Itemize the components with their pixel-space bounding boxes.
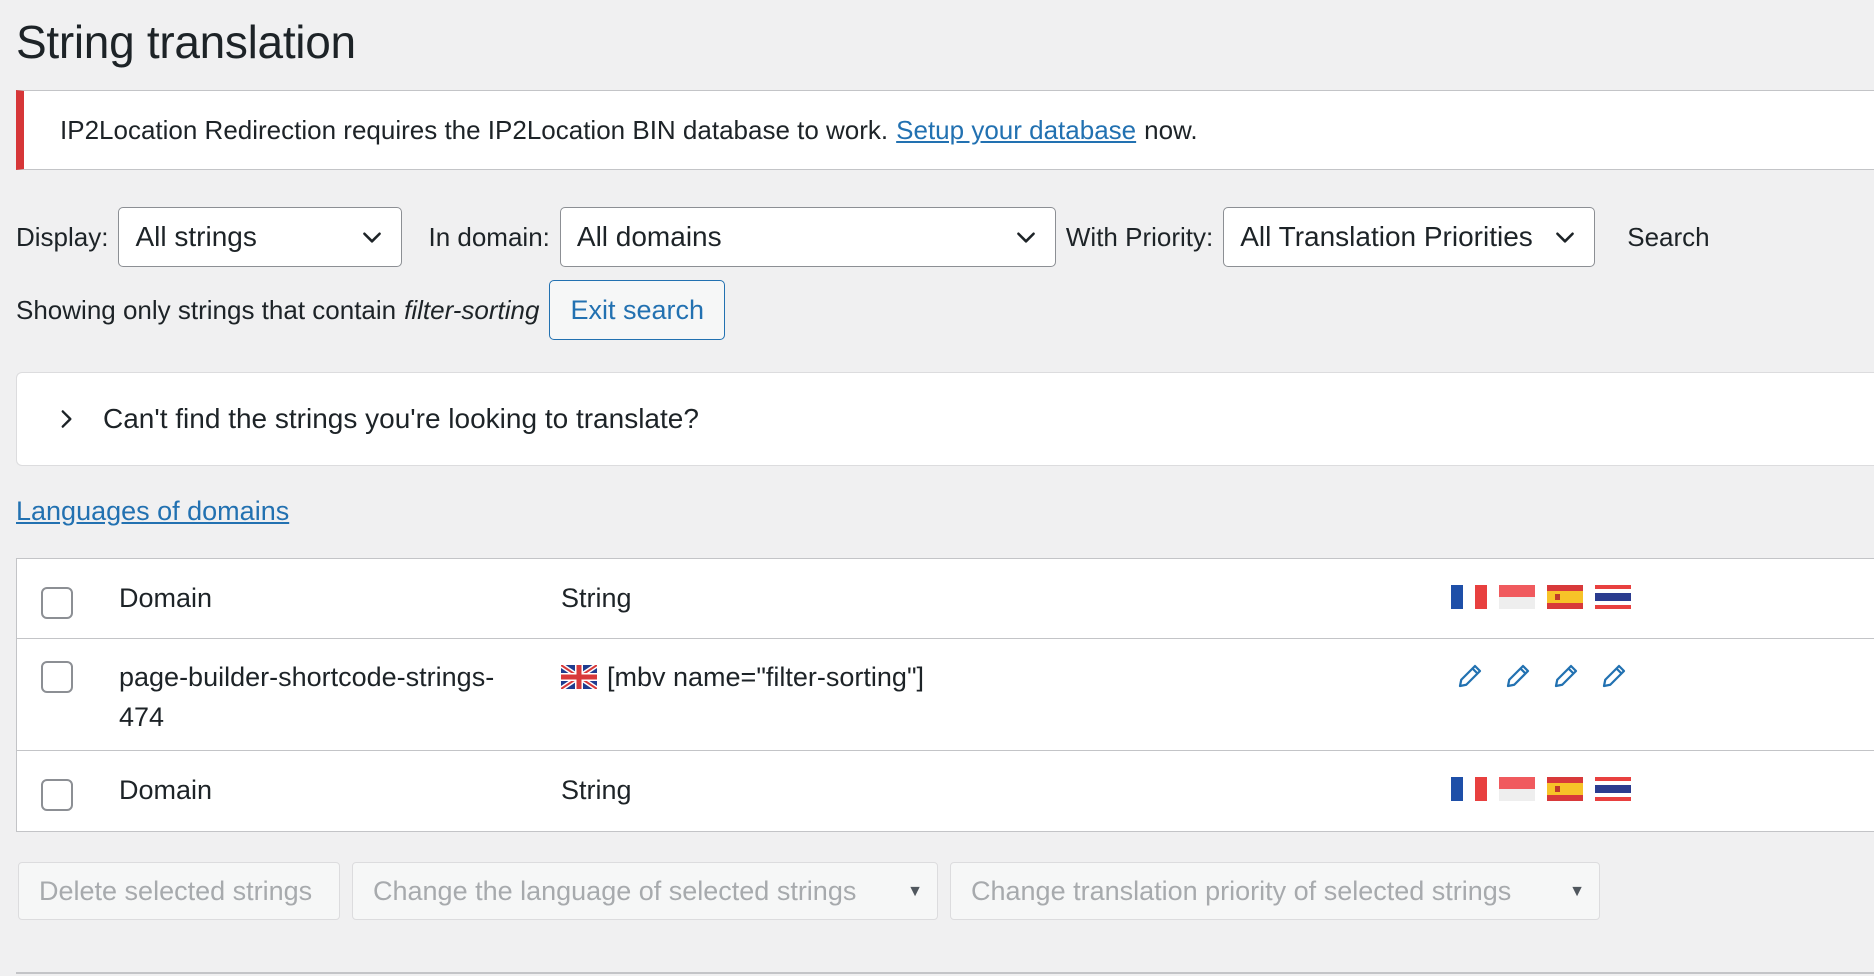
column-header-domain: Domain (119, 583, 213, 613)
domain-select-value: All domains (576, 221, 722, 252)
table-footer: Domain String (17, 751, 1874, 831)
change-priority-select[interactable]: Change translation priority of selected … (950, 862, 1600, 920)
thai-flag-icon (1595, 777, 1631, 801)
exit-search-button[interactable]: Exit search (549, 280, 726, 340)
language-flags-footer (1451, 777, 1631, 801)
row-string: [mbv name="filter-sorting"] (607, 662, 925, 692)
display-label: Display: (16, 221, 109, 252)
search-label: Search (1627, 221, 1710, 252)
page-title: String translation (16, 16, 356, 68)
chevron-down-icon (359, 224, 385, 250)
string-translation-page: String translation IP2Location Redirecti… (0, 0, 1874, 976)
caret-down-icon: ▼ (907, 883, 923, 900)
thai-flag-icon (1595, 585, 1631, 609)
help-box-text: Can't find the strings you're looking to… (103, 403, 699, 434)
change-priority-label: Change translation priority of selected … (971, 875, 1512, 906)
caret-down-icon: ▼ (1569, 883, 1585, 900)
notice-text: IP2Location Redirection requires the IP2… (60, 114, 889, 145)
filters-row: Display: All strings In domain: All doma… (16, 206, 1874, 268)
column-header-string: String (561, 583, 632, 613)
edit-translation-icon[interactable] (1551, 661, 1581, 691)
priority-select[interactable]: All Translation Priorities (1223, 207, 1596, 267)
spanish-flag-icon (1547, 585, 1583, 609)
indonesian-flag-icon (1499, 777, 1535, 801)
language-flags (1451, 585, 1631, 609)
strings-table: Domain String page-builder-shortcode-str… (16, 558, 1874, 832)
domain-select[interactable]: All domains (559, 207, 1056, 267)
chevron-down-icon (1013, 224, 1039, 250)
display-select-value: All strings (135, 221, 257, 252)
delete-selected-button[interactable]: Delete selected strings (18, 862, 340, 920)
chevron-right-icon (53, 406, 79, 432)
row-string-cell: [mbv name="filter-sorting"] (561, 657, 924, 697)
bulk-actions: Delete selected strings Change the langu… (18, 862, 1600, 920)
domain-label: In domain: (428, 221, 550, 252)
search-status-prefix: Showing only strings that contain (16, 294, 397, 325)
search-status: Showing only strings that contain filter… (16, 280, 726, 340)
translation-actions (1455, 661, 1629, 691)
change-language-label: Change the language of selected strings (373, 875, 857, 906)
help-box-toggle[interactable]: Can't find the strings you're looking to… (16, 372, 1874, 466)
french-flag-icon (1451, 585, 1487, 609)
change-language-select[interactable]: Change the language of selected strings … (352, 862, 938, 920)
spanish-flag-icon (1547, 777, 1583, 801)
chevron-down-icon (1552, 224, 1578, 250)
select-all-checkbox-footer[interactable] (41, 779, 73, 811)
priority-select-value: All Translation Priorities (1240, 221, 1533, 252)
edit-translation-icon[interactable] (1503, 661, 1533, 691)
column-footer-domain: Domain (119, 775, 213, 805)
database-notice: IP2Location Redirection requires the IP2… (16, 90, 1874, 170)
search-term: filter-sorting (404, 294, 540, 325)
column-footer-string: String (561, 775, 632, 805)
edit-translation-icon[interactable] (1455, 661, 1485, 691)
select-all-checkbox[interactable] (41, 587, 73, 619)
indonesian-flag-icon (1499, 585, 1535, 609)
languages-of-domains-link[interactable]: Languages of domains (16, 496, 289, 527)
table-header: Domain String (17, 559, 1874, 639)
setup-database-link[interactable]: Setup your database (896, 115, 1136, 146)
display-select[interactable]: All strings (118, 207, 403, 267)
row-checkbox[interactable] (41, 661, 73, 693)
uk-flag-icon (561, 665, 597, 689)
french-flag-icon (1451, 777, 1487, 801)
edit-translation-icon[interactable] (1599, 661, 1629, 691)
divider (16, 972, 1874, 974)
table-row: page-builder-shortcode-strings-474 [mbv … (17, 639, 1874, 751)
notice-text-after: now. (1144, 114, 1198, 145)
priority-label: With Priority: (1065, 221, 1214, 252)
row-domain: page-builder-shortcode-strings-474 (119, 662, 495, 732)
